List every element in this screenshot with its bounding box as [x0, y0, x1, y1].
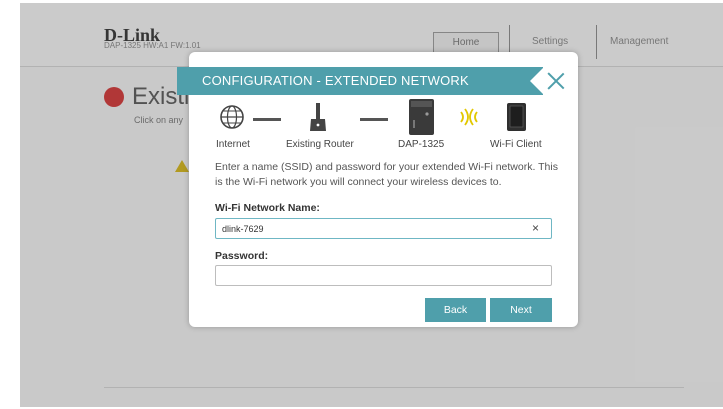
ribbon-notch	[530, 67, 544, 95]
close-icon[interactable]	[545, 70, 567, 92]
clear-input-icon[interactable]: ×	[532, 221, 539, 235]
topology-label-internet: Internet	[216, 139, 250, 150]
modal-title: CONFIGURATION - EXTENDED NETWORK	[202, 73, 469, 88]
back-button[interactable]: Back	[425, 298, 486, 322]
ssid-label: Wi-Fi Network Name:	[215, 202, 320, 214]
password-input[interactable]	[215, 265, 552, 286]
next-button[interactable]: Next	[490, 298, 552, 322]
modal-description: Enter a name (SSID) and password for you…	[215, 161, 558, 188]
topology-label-client: Wi-Fi Client	[490, 139, 542, 150]
topology-label-extender: DAP-1325	[398, 139, 445, 150]
topology-label-router: Existing Router	[286, 139, 354, 150]
ssid-input[interactable]	[215, 218, 552, 239]
password-label: Password:	[215, 250, 269, 262]
